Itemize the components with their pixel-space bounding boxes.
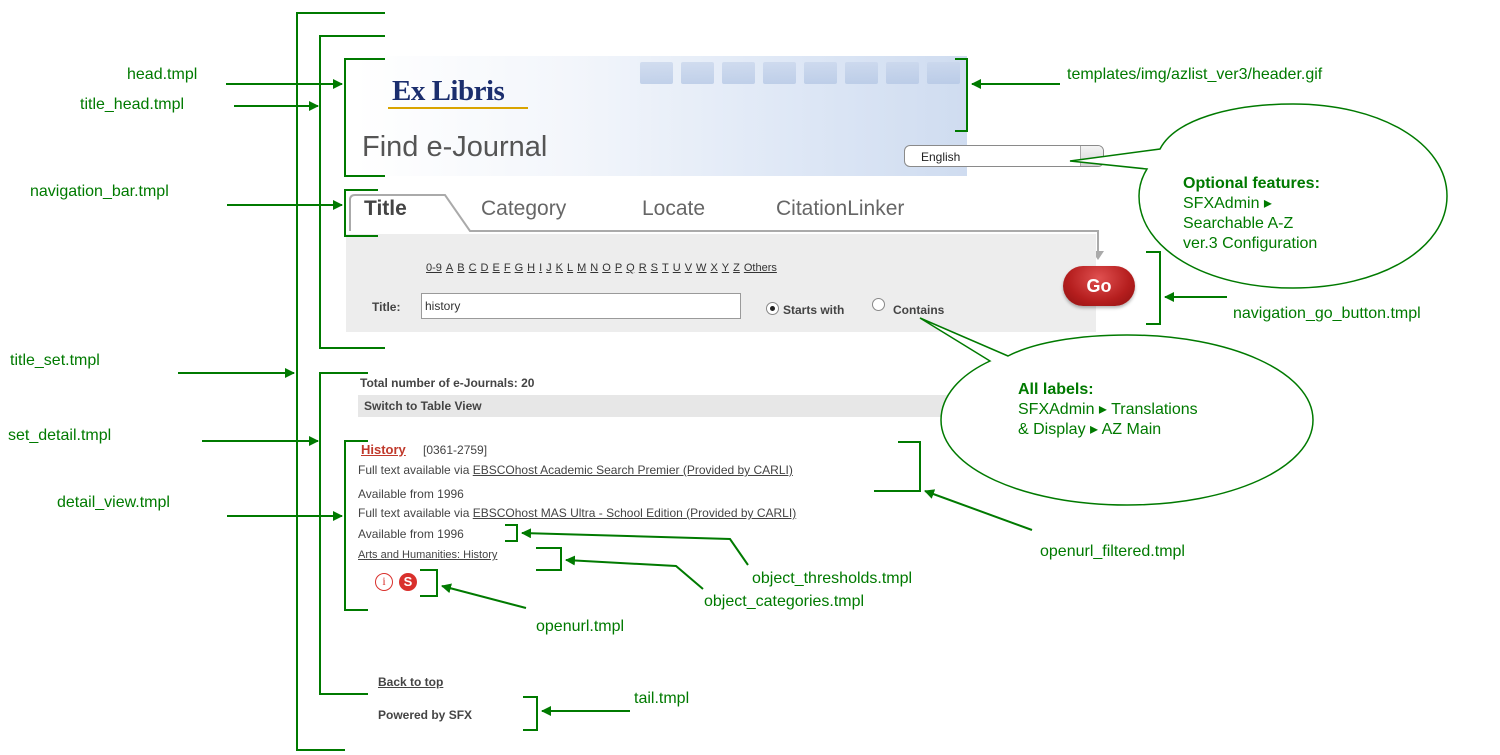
tab-locate[interactable]: Locate — [642, 197, 705, 221]
journal-title-link[interactable]: History — [361, 442, 406, 457]
label-navigation-go-button: navigation_go_button.tmpl — [1233, 305, 1421, 322]
radio-contains[interactable] — [872, 298, 885, 311]
service-link-1[interactable]: EBSCOhost Academic Search Premier (Provi… — [473, 463, 793, 477]
alpha-link[interactable]: J — [546, 262, 552, 274]
openurl-bracket — [420, 569, 438, 597]
category-link[interactable]: Arts and Humanities: History — [358, 549, 497, 561]
all-labels-line: SFXAdmin ▸ Translations — [1018, 401, 1198, 418]
label-title-set: title_set.tmpl — [10, 352, 100, 369]
alpha-link[interactable]: F — [504, 262, 511, 274]
alpha-link[interactable]: Others — [744, 262, 777, 274]
go-button-bracket — [1146, 251, 1161, 325]
all-labels-heading: All labels: — [1018, 381, 1094, 398]
alpha-link[interactable]: X — [710, 262, 717, 274]
total-count: Total number of e-Journals: 20 — [360, 376, 535, 390]
alpha-link[interactable]: S — [651, 262, 658, 274]
arrow-object-thresholds — [521, 528, 749, 566]
radio-starts-label: Starts with — [783, 303, 845, 317]
all-labels-line: & Display ▸ AZ Main — [1018, 421, 1162, 438]
alpha-link[interactable]: R — [639, 262, 647, 274]
title-set-bracket — [296, 12, 345, 751]
issn: [0361-2759] — [423, 443, 488, 457]
alpha-link[interactable]: I — [539, 262, 542, 274]
title-field-label: Title: — [372, 300, 401, 314]
alpha-link[interactable]: C — [469, 262, 477, 274]
openurl-filtered-bracket — [874, 441, 921, 492]
header-decoration — [640, 62, 960, 84]
tail-bracket — [523, 696, 538, 731]
arrow-openurl — [441, 583, 527, 609]
arrow-openurl-filtered — [924, 489, 1033, 531]
alpha-link[interactable]: D — [481, 262, 489, 274]
alpha-link[interactable]: Q — [626, 262, 635, 274]
fulltext-row-2: Full text available via EBSCOhost MAS Ul… — [358, 506, 796, 520]
radio-starts-with[interactable] — [766, 302, 779, 315]
page-title: Find e-Journal — [362, 131, 548, 163]
tab-title[interactable]: Title — [364, 197, 407, 221]
optional-features-text: Optional features: SFXAdmin ▸ Searchable… — [1183, 174, 1320, 254]
alphabet-nav: 0-9 A B C D E F G H I J K L M N O P Q R S T U V W X Y Z Others — [426, 262, 781, 274]
alpha-link[interactable]: W — [696, 262, 706, 274]
alpha-link[interactable]: H — [527, 262, 535, 274]
alpha-link[interactable]: P — [615, 262, 622, 274]
back-to-top-link[interactable]: Back to top — [378, 675, 443, 689]
sfx-icon[interactable]: S — [399, 573, 417, 591]
alpha-link[interactable]: A — [446, 262, 453, 274]
object-categories-bracket — [536, 547, 562, 571]
logo-underline — [388, 107, 528, 109]
arrow-object-categories — [565, 555, 704, 590]
alpha-link[interactable]: 0-9 — [426, 262, 442, 274]
fulltext-row-1: Full text available via EBSCOhost Academ… — [358, 463, 793, 477]
ex-libris-logo: Ex Libris — [392, 75, 505, 107]
label-head: head.tmpl — [127, 66, 198, 83]
alpha-link[interactable]: U — [673, 262, 681, 274]
alpha-link[interactable]: M — [577, 262, 586, 274]
go-button[interactable]: Go — [1063, 266, 1135, 306]
alpha-link[interactable]: O — [602, 262, 611, 274]
chevron-down-icon[interactable] — [1080, 146, 1103, 166]
label-navigation-bar: navigation_bar.tmpl — [30, 183, 169, 200]
fulltext-prefix: Full text available via — [358, 506, 470, 520]
title-search-input[interactable]: history — [421, 293, 741, 319]
label-title-head: title_head.tmpl — [80, 96, 185, 113]
optional-features-heading: Optional features: — [1183, 175, 1320, 192]
alpha-link[interactable]: E — [493, 262, 500, 274]
optional-features-line: SFXAdmin ▸ — [1183, 195, 1272, 212]
alpha-link[interactable]: G — [515, 262, 524, 274]
tab-citationlinker[interactable]: CitationLinker — [776, 197, 904, 221]
label-detail-view: detail_view.tmpl — [57, 494, 170, 511]
tab-category[interactable]: Category — [481, 197, 566, 221]
label-openurl-filtered: openurl_filtered.tmpl — [1040, 543, 1185, 560]
object-thresholds-bracket — [505, 524, 518, 542]
label-header-gif: templates/img/azlist_ver3/header.gif — [1067, 66, 1323, 83]
alpha-link[interactable]: Z — [733, 262, 740, 274]
label-object-categories: object_categories.tmpl — [704, 593, 865, 610]
optional-features-line: ver.3 Configuration — [1183, 235, 1318, 252]
alpha-link[interactable]: B — [457, 262, 464, 274]
label-object-thresholds: object_thresholds.tmpl — [752, 570, 913, 587]
availability-1: Available from 1996 — [358, 487, 464, 501]
switch-view-link[interactable]: Switch to Table View — [364, 399, 482, 413]
language-select[interactable]: English — [904, 145, 1104, 167]
all-labels-text: All labels: SFXAdmin ▸ Translations & Di… — [1018, 380, 1198, 440]
alpha-link[interactable]: K — [556, 262, 563, 274]
label-set-detail: set_detail.tmpl — [8, 427, 112, 444]
info-icon[interactable]: i — [375, 573, 393, 591]
availability-2: Available from 1996 — [358, 527, 464, 541]
radio-contains-label: Contains — [893, 303, 945, 317]
alpha-link[interactable]: V — [685, 262, 692, 274]
alpha-link[interactable]: L — [567, 262, 573, 274]
alpha-link[interactable]: T — [662, 262, 669, 274]
language-value: English — [921, 150, 961, 164]
alpha-link[interactable]: N — [590, 262, 598, 274]
optional-features-line: Searchable A-Z — [1183, 215, 1294, 232]
alpha-link[interactable]: Y — [722, 262, 729, 274]
fulltext-prefix: Full text available via — [358, 463, 470, 477]
label-tail: tail.tmpl — [634, 690, 690, 707]
powered-by-sfx: Powered by SFX — [378, 708, 473, 722]
label-openurl: openurl.tmpl — [536, 618, 625, 635]
service-link-2[interactable]: EBSCOhost MAS Ultra - School Edition (Pr… — [473, 506, 796, 520]
